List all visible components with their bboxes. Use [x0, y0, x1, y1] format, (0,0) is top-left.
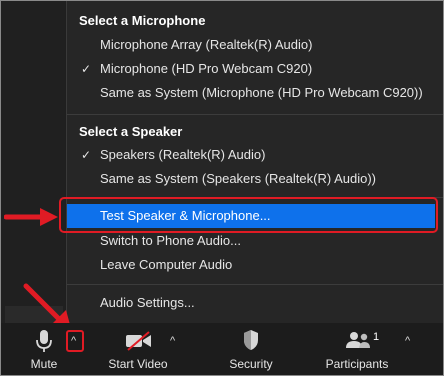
- mute-label: Mute: [30, 357, 58, 371]
- video-options-caret-icon[interactable]: ^: [170, 335, 175, 347]
- microphone-option-same-as-system[interactable]: Same as System (Microphone (HD Pro Webca…: [67, 81, 444, 105]
- microphone-option-label: Microphone (HD Pro Webcam C920): [100, 61, 313, 76]
- meeting-background: [1, 1, 65, 328]
- speaker-option-realtek[interactable]: ✓ Speakers (Realtek(R) Audio): [67, 143, 444, 167]
- speaker-section-header: Select a Speaker: [79, 124, 183, 139]
- microphone-section-header: Select a Microphone: [79, 13, 206, 28]
- mute-button[interactable]: Mute: [19, 323, 69, 375]
- speaker-option-label: Same as System (Speakers (Realtek(R) Aud…: [100, 171, 376, 186]
- microphone-option-realtek[interactable]: Microphone Array (Realtek(R) Audio): [67, 33, 444, 57]
- checkmark-icon: ✓: [81, 62, 92, 76]
- participants-label: Participants: [325, 357, 389, 371]
- participants-button[interactable]: 1 Participants: [321, 323, 393, 375]
- participants-count-badge: 1: [373, 331, 380, 343]
- microphone-option-label: Microphone Array (Realtek(R) Audio): [100, 37, 313, 52]
- annotation-caret-box: [66, 330, 84, 352]
- menu-divider: [67, 284, 444, 285]
- speaker-option-same-as-system[interactable]: Same as System (Speakers (Realtek(R) Aud…: [67, 167, 444, 191]
- audio-settings-label: Audio Settings...: [100, 295, 195, 310]
- switch-to-phone-audio-label: Switch to Phone Audio...: [100, 233, 241, 248]
- microphone-option-label: Same as System (Microphone (HD Pro Webca…: [100, 85, 423, 100]
- checkmark-icon: ✓: [81, 148, 92, 162]
- participants-icon: [346, 332, 370, 348]
- speaker-option-label: Speakers (Realtek(R) Audio): [100, 147, 266, 162]
- start-video-label: Start Video: [108, 357, 168, 371]
- menu-divider: [67, 114, 444, 115]
- annotation-highlight-box: [59, 197, 438, 233]
- shield-icon: [244, 330, 258, 350]
- start-video-button[interactable]: Start Video: [105, 323, 171, 375]
- microphone-icon: [36, 330, 52, 352]
- microphone-option-webcam[interactable]: ✓ Microphone (HD Pro Webcam C920): [67, 57, 444, 81]
- audio-menu: Select a Microphone Microphone Array (Re…: [66, 1, 444, 323]
- leave-computer-audio-label: Leave Computer Audio: [100, 257, 233, 272]
- annotation-arrow-right-icon: [4, 208, 58, 226]
- security-label: Security: [229, 357, 273, 371]
- security-button[interactable]: Security: [223, 323, 279, 375]
- audio-settings-item[interactable]: Audio Settings...: [67, 291, 444, 315]
- leave-computer-audio-item[interactable]: Leave Computer Audio: [67, 253, 444, 277]
- video-camera-off-icon: [126, 331, 151, 351]
- participants-options-caret-icon[interactable]: ^: [405, 335, 410, 347]
